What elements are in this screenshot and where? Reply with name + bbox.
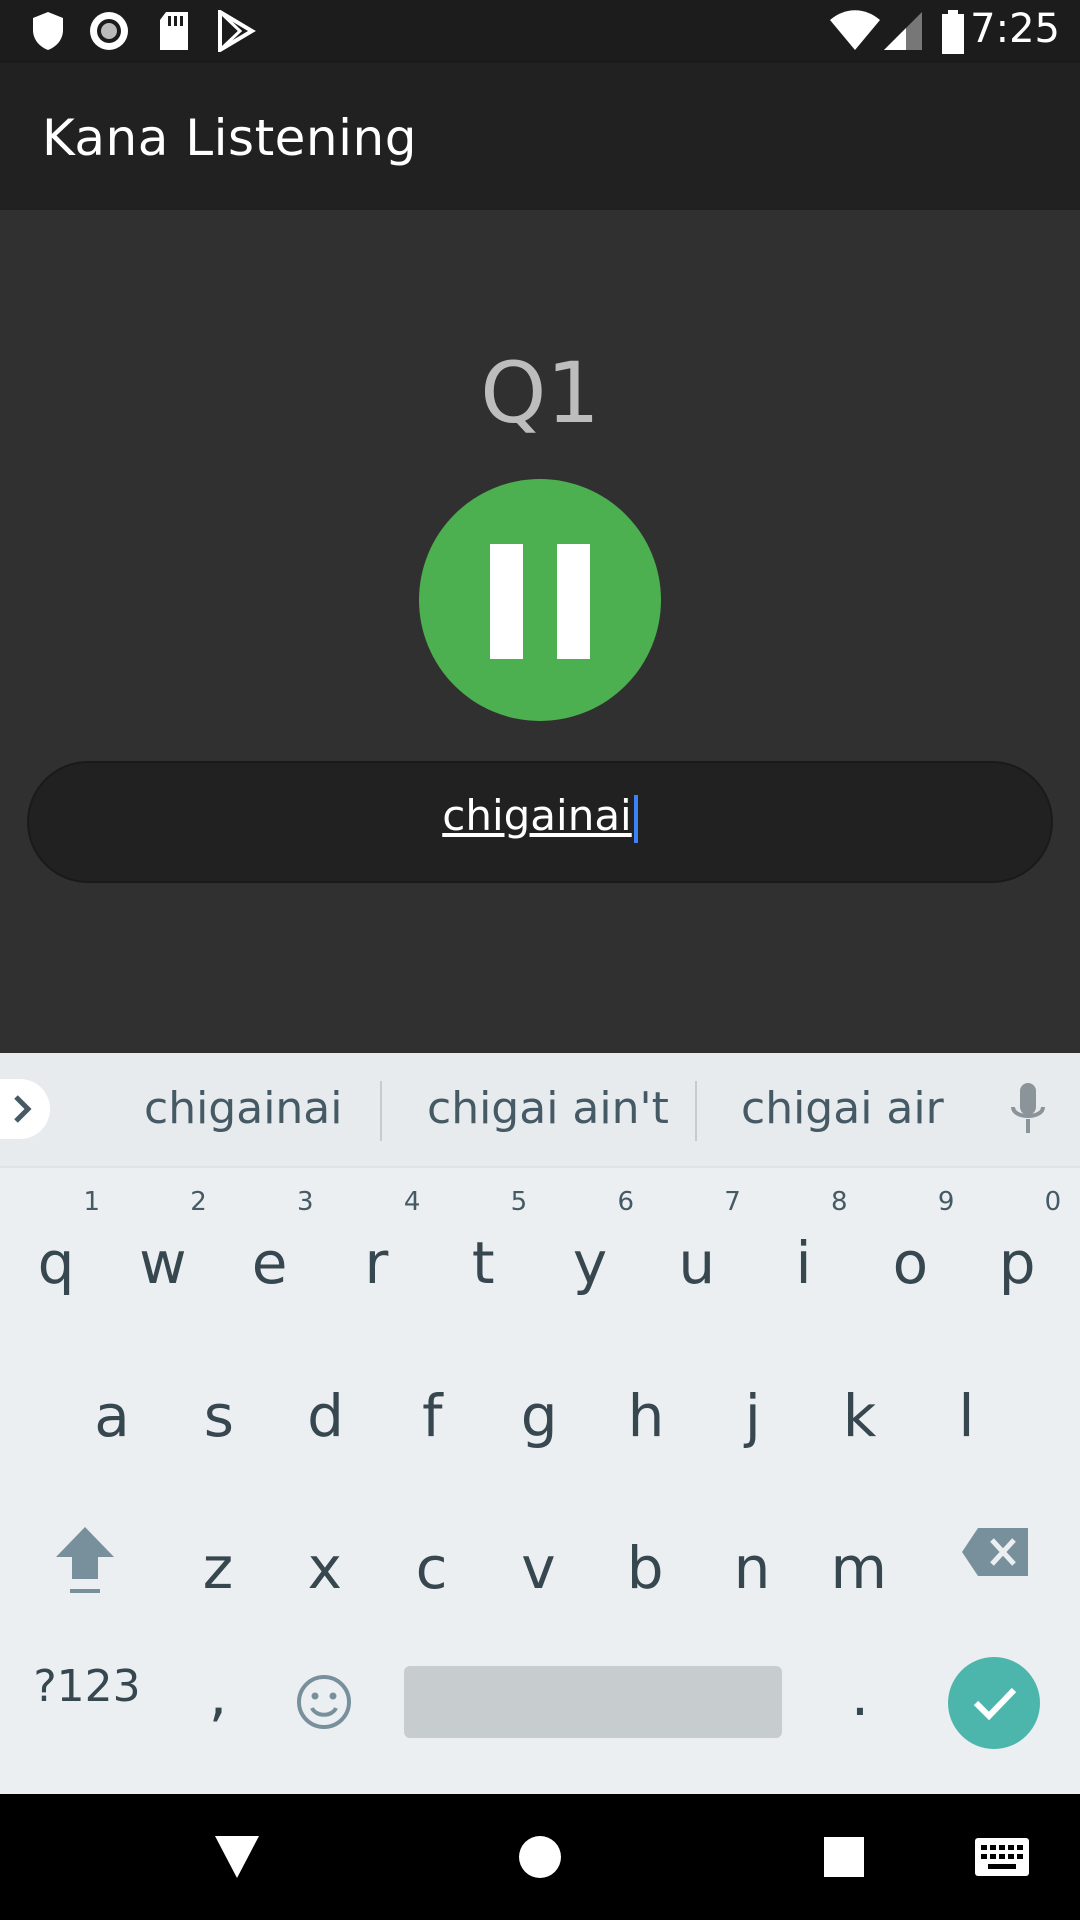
- chevron-right-icon: [14, 1095, 32, 1123]
- key-y[interactable]: 6y: [540, 1183, 640, 1333]
- suggestion-1[interactable]: chigainai: [144, 1083, 343, 1134]
- key-r[interactable]: 4r: [326, 1183, 426, 1333]
- cell-signal-icon: [884, 12, 922, 50]
- circle-record-icon: [90, 12, 128, 50]
- key-v[interactable]: v: [488, 1488, 588, 1638]
- key-p[interactable]: 0p: [967, 1183, 1067, 1333]
- key-u[interactable]: 7u: [647, 1183, 747, 1333]
- key-q[interactable]: 1q: [6, 1183, 106, 1333]
- comma-key[interactable]: ,: [168, 1615, 268, 1765]
- navigation-bar: [0, 1794, 1080, 1920]
- soft-keyboard: chigainai chigai ain't chigai air 1q2w3e…: [0, 1053, 1080, 1794]
- back-icon[interactable]: [213, 1834, 261, 1880]
- key-l[interactable]: l: [916, 1336, 1016, 1486]
- key-g[interactable]: g: [489, 1336, 589, 1486]
- shield-icon: [33, 12, 63, 50]
- key-c[interactable]: c: [382, 1488, 482, 1638]
- key-h[interactable]: h: [596, 1336, 696, 1486]
- key-a[interactable]: a: [62, 1336, 162, 1486]
- key-i[interactable]: 8i: [754, 1183, 854, 1333]
- backspace-icon[interactable]: [960, 1526, 1032, 1578]
- recents-icon[interactable]: [823, 1836, 865, 1878]
- space-key[interactable]: [404, 1666, 782, 1738]
- pause-icon: [557, 544, 590, 659]
- key-b[interactable]: b: [595, 1488, 695, 1638]
- keyboard-switch-icon[interactable]: [974, 1837, 1030, 1877]
- suggestion-divider: [695, 1081, 697, 1141]
- suggestion-divider: [380, 1081, 382, 1141]
- key-o[interactable]: 9o: [860, 1183, 960, 1333]
- emoji-icon[interactable]: [294, 1672, 354, 1732]
- symbols-key[interactable]: ?123: [22, 1615, 152, 1765]
- key-x[interactable]: x: [275, 1488, 375, 1638]
- checkmark-icon: [973, 1687, 1017, 1721]
- microphone-icon[interactable]: [1008, 1081, 1048, 1141]
- clock: 7:25: [970, 6, 1060, 52]
- question-label: Q1: [480, 344, 600, 442]
- battery-icon: [942, 10, 964, 54]
- suggestion-2[interactable]: chigai ain't: [427, 1083, 669, 1134]
- shift-icon[interactable]: [50, 1521, 120, 1601]
- answer-input-value: chigainai: [442, 791, 632, 840]
- period-key[interactable]: .: [810, 1615, 910, 1765]
- status-bar: 7:25: [0, 0, 1080, 63]
- home-icon[interactable]: [517, 1834, 563, 1880]
- enter-button[interactable]: [948, 1657, 1040, 1749]
- key-n[interactable]: n: [702, 1488, 802, 1638]
- key-s[interactable]: s: [169, 1336, 269, 1486]
- expand-suggestions-button[interactable]: [0, 1079, 50, 1139]
- key-e[interactable]: 3e: [220, 1183, 320, 1333]
- quiz-panel: Q1 chigainai: [0, 210, 1080, 1053]
- play-store-icon: [218, 10, 256, 52]
- key-j[interactable]: j: [703, 1336, 803, 1486]
- key-d[interactable]: d: [276, 1336, 376, 1486]
- app-bar: Kana Listening: [0, 63, 1080, 210]
- key-f[interactable]: f: [382, 1336, 482, 1486]
- text-caret: [633, 794, 638, 843]
- answer-input[interactable]: chigainai: [27, 761, 1053, 883]
- play-pause-button[interactable]: [419, 479, 661, 721]
- key-k[interactable]: k: [810, 1336, 910, 1486]
- key-t[interactable]: 5t: [433, 1183, 533, 1333]
- key-w[interactable]: 2w: [113, 1183, 213, 1333]
- suggestion-strip: chigainai chigai ain't chigai air: [0, 1053, 1080, 1168]
- suggestion-3[interactable]: chigai air: [741, 1083, 944, 1134]
- pause-icon: [490, 544, 523, 659]
- wifi-icon: [830, 10, 880, 50]
- app-title: Kana Listening: [42, 109, 417, 167]
- sd-card-icon: [160, 12, 188, 50]
